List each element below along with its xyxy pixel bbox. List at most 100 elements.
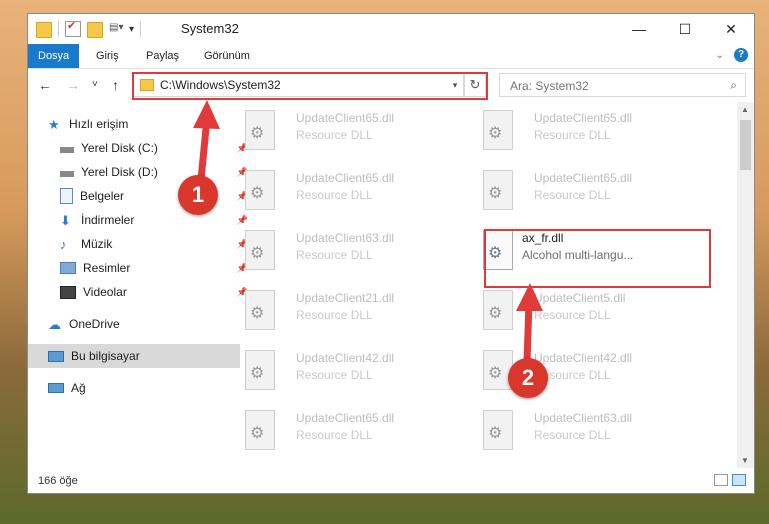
tab-home[interactable]: Giriş: [86, 44, 129, 68]
file-item[interactable]: UpdateClient42.dll Resource DLL: [220, 346, 450, 396]
videos-icon: [60, 285, 76, 299]
tab-view[interactable]: Görünüm: [194, 44, 260, 68]
new-folder-icon[interactable]: [87, 22, 103, 38]
sidebar-item-label: Belgeler: [80, 189, 125, 203]
scroll-up-icon[interactable]: ▲: [741, 105, 749, 114]
pictures-icon: [60, 262, 76, 274]
file-item[interactable]: UpdateClient65.dll Resource DLL: [458, 166, 688, 216]
dll-file-icon: [483, 170, 513, 210]
dll-file-icon: [245, 170, 275, 210]
file-name: UpdateClient42.dll: [296, 351, 395, 365]
file-name: UpdateClient65.dll: [534, 111, 633, 125]
dll-file-icon: [245, 290, 275, 330]
file-item[interactable]: UpdateClient21.dll Resource DLL: [220, 286, 450, 336]
title-bar: ▤▾ ▾ System32 — ☐ ✕: [28, 14, 754, 44]
properties-icon[interactable]: [65, 19, 81, 37]
file-item[interactable]: UpdateClient65.dll Resource DLL: [220, 166, 450, 216]
file-description: Resource DLL: [296, 308, 373, 322]
sidebar-item-downloads[interactable]: ⬇ İndirmeler 📌: [28, 208, 252, 232]
file-item[interactable]: UpdateClient63.dll Resource DLL: [458, 406, 688, 456]
dll-file-icon: [245, 110, 275, 150]
sidebar-item-local-disk-c[interactable]: Yerel Disk (C:) 📌: [28, 136, 252, 160]
qat-dropdown-icon[interactable]: ▾: [129, 24, 134, 35]
forward-button[interactable]: →: [66, 77, 80, 93]
sidebar-item-documents[interactable]: Belgeler 📌: [28, 184, 252, 208]
window-title: System32: [181, 21, 239, 36]
close-button[interactable]: ✕: [708, 14, 754, 44]
dll-file-icon: [245, 230, 275, 270]
ribbon-tabs: Dosya Giriş Paylaş Görünüm ⌄ ?: [28, 44, 754, 69]
separator: [58, 21, 59, 37]
drive-icon: [60, 147, 74, 153]
cloud-icon: ☁: [48, 317, 61, 332]
sidebar-item-quick-access[interactable]: ★ Hızlı erişim: [28, 112, 240, 136]
search-icon[interactable]: ⌕: [730, 78, 737, 93]
file-item[interactable]: UpdateClient65.dll Resource DLL: [220, 106, 450, 156]
help-icon[interactable]: ?: [734, 48, 748, 62]
drive-icon: [60, 171, 74, 177]
back-button[interactable]: ←: [38, 77, 52, 93]
file-description: Resource DLL: [534, 428, 611, 442]
status-bar: 166 öğe: [28, 469, 754, 493]
tab-share[interactable]: Paylaş: [136, 44, 189, 68]
maximize-button[interactable]: ☐: [662, 14, 708, 44]
file-name: UpdateClient65.dll: [296, 171, 395, 185]
sidebar-item-pictures[interactable]: Resimler 📌: [28, 256, 252, 280]
music-icon: ♪: [60, 237, 67, 252]
scroll-thumb[interactable]: [740, 120, 751, 170]
window-controls: — ☐ ✕: [616, 14, 754, 44]
file-description: Resource DLL: [296, 128, 373, 142]
customize-toolbar-icon[interactable]: ▤▾: [109, 22, 123, 36]
computer-icon: [48, 350, 64, 362]
sidebar-item-label: Yerel Disk (C:): [81, 141, 158, 155]
sidebar-item-label: Resimler: [83, 261, 131, 275]
sidebar-item-this-pc[interactable]: Bu bilgisayar: [28, 344, 240, 368]
tab-file[interactable]: Dosya: [28, 44, 80, 68]
sidebar-item-label: Videolar: [83, 285, 127, 299]
folder-icon: [36, 22, 52, 38]
file-name: UpdateClient63.dll: [296, 231, 395, 245]
details-view-icon[interactable]: [714, 474, 728, 486]
file-item[interactable]: UpdateClient5.dll Resource DLL: [458, 286, 688, 336]
file-item[interactable]: UpdateClient65.dll Resource DLL: [458, 106, 688, 156]
item-count: 166 öğe: [38, 475, 78, 487]
file-name: UpdateClient65.dll: [296, 411, 395, 425]
tiles-view-icon[interactable]: [732, 474, 746, 486]
file-description: Resource DLL: [534, 308, 611, 322]
documents-icon: [60, 188, 73, 204]
sidebar-item-label: Bu bilgisayar: [71, 349, 140, 363]
scroll-down-icon[interactable]: ▼: [741, 456, 749, 465]
sidebar-item-label: OneDrive: [69, 317, 120, 331]
file-name: UpdateClient65.dll: [296, 111, 395, 125]
sidebar-item-label: İndirmeler: [81, 213, 135, 227]
dll-file-icon: [483, 410, 513, 450]
minimize-button[interactable]: —: [616, 14, 662, 44]
quick-access-toolbar: ▤▾ ▾: [36, 19, 142, 38]
separator: [140, 21, 142, 37]
dll-file-icon: [245, 410, 275, 450]
file-item[interactable]: UpdateClient42.dll Resource DLL: [458, 346, 688, 396]
search-input[interactable]: [508, 78, 712, 94]
explorer-window: ▤▾ ▾ System32 — ☐ ✕ Dosya Giriş Paylaş G…: [27, 13, 755, 494]
search-box[interactable]: ⌕: [499, 73, 746, 97]
file-name: UpdateClient21.dll: [296, 291, 395, 305]
navigation-pane: ★ Hızlı erişim Yerel Disk (C:) 📌 Yerel D…: [28, 102, 248, 459]
chevron-down-icon[interactable]: ⌄: [716, 50, 724, 61]
file-name: UpdateClient65.dll: [534, 171, 633, 185]
file-item[interactable]: UpdateClient63.dll Resource DLL: [220, 226, 450, 276]
sidebar-item-label: Yerel Disk (D:): [81, 165, 158, 179]
recent-locations-button[interactable]: ˅: [92, 79, 98, 90]
sidebar-item-onedrive[interactable]: ☁ OneDrive: [28, 312, 240, 336]
dll-file-icon: [483, 110, 513, 150]
dll-file-icon: [483, 290, 513, 330]
file-description: Resource DLL: [296, 368, 373, 382]
file-description: Resource DLL: [534, 188, 611, 202]
sidebar-item-music[interactable]: ♪ Müzik 📌: [28, 232, 252, 256]
file-item[interactable]: UpdateClient65.dll Resource DLL: [220, 406, 450, 456]
sidebar-item-local-disk-d[interactable]: Yerel Disk (D:) 📌: [28, 160, 252, 184]
step-badge-2: 2: [508, 358, 548, 398]
sidebar-item-videos[interactable]: Videolar 📌: [28, 280, 252, 304]
up-button[interactable]: ↑: [112, 77, 119, 93]
sidebar-item-network[interactable]: Ağ: [28, 376, 240, 400]
vertical-scrollbar[interactable]: ▲ ▼: [737, 102, 754, 468]
